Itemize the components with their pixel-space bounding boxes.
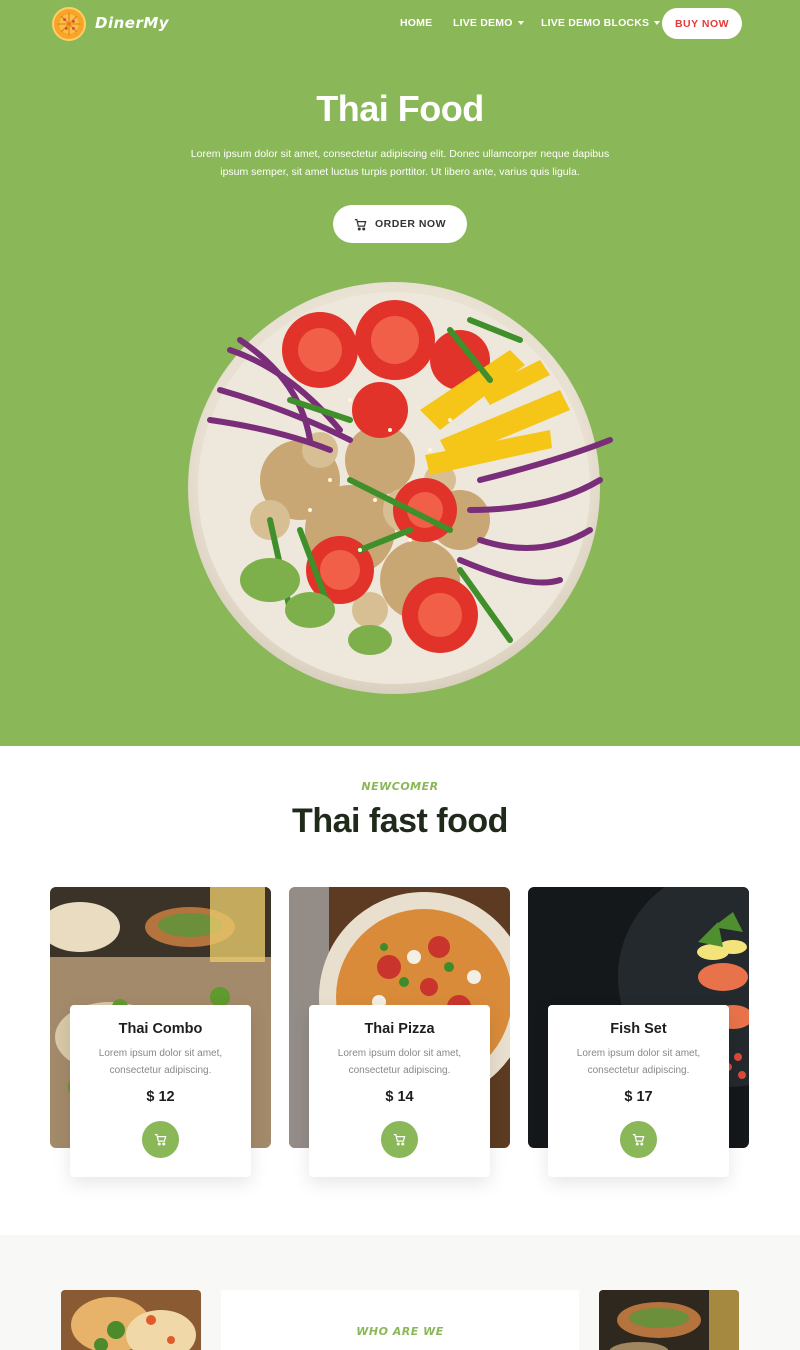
cart-icon	[393, 1134, 406, 1146]
nav-item-label: LIVE DEMO	[453, 17, 513, 29]
product-card-thai-pizza: Thai Pizza Lorem ipsum dolor sit amet, c…	[289, 887, 510, 1177]
hero-title: Thai Food	[316, 88, 484, 129]
product-title[interactable]: Thai Combo	[70, 1021, 251, 1037]
add-to-cart-button[interactable]	[381, 1121, 418, 1158]
product-description: Lorem ipsum dolor sit amet, consectetur …	[337, 1048, 462, 1076]
about-image-left	[61, 1290, 201, 1350]
caret-down-icon	[654, 21, 661, 26]
salad-bowl-image	[188, 282, 613, 694]
product-title[interactable]: Thai Pizza	[309, 1021, 490, 1037]
nav-item-live-demo[interactable]: LIVE DEMO	[453, 17, 524, 29]
order-now-button[interactable]: ORDER NOW	[333, 205, 467, 243]
top-navbar: DinerMy HOME LIVE DEMO LIVE DEMO BLOCKS …	[0, 0, 800, 48]
add-to-cart-button[interactable]	[620, 1121, 657, 1158]
section-title: Thai fast food	[292, 802, 508, 840]
hero-description: Lorem ipsum dolor sit amet, consectetur …	[190, 148, 610, 178]
product-card-thai-combo: Thai Combo Lorem ipsum dolor sit amet, c…	[50, 887, 271, 1177]
nav-item-label: LIVE DEMO BLOCKS	[541, 17, 650, 29]
about-eyebrow: WHO ARE WE	[356, 1325, 444, 1338]
pizza-icon[interactable]	[52, 7, 86, 41]
caret-down-icon	[517, 21, 524, 26]
nav-item-label: HOME	[400, 17, 433, 29]
about-content-card: WHO ARE WE	[221, 1290, 579, 1350]
product-price: $ 12	[146, 1089, 175, 1105]
product-price: $ 17	[624, 1089, 653, 1105]
cart-icon	[154, 1134, 167, 1146]
add-to-cart-button[interactable]	[142, 1121, 179, 1158]
product-title[interactable]: Fish Set	[548, 1021, 729, 1037]
cart-icon	[354, 218, 367, 230]
order-now-label: ORDER NOW	[375, 218, 446, 230]
product-price: $ 14	[385, 1089, 414, 1105]
buy-now-button[interactable]: BUY NOW	[662, 8, 742, 39]
nav-item-home[interactable]: HOME	[400, 17, 432, 29]
section-eyebrow: NEWCOMER	[361, 780, 439, 793]
product-card-body: Thai Combo Lorem ipsum dolor sit amet, c…	[70, 1005, 251, 1177]
brand-name[interactable]: DinerMy	[95, 14, 169, 32]
cart-icon	[632, 1134, 645, 1146]
about-image-right	[599, 1290, 739, 1350]
product-description: Lorem ipsum dolor sit amet, consectetur …	[98, 1048, 223, 1076]
product-card-body: Thai Pizza Lorem ipsum dolor sit amet, c…	[309, 1005, 490, 1177]
product-description: Lorem ipsum dolor sit amet, consectetur …	[576, 1048, 701, 1076]
nav-item-live-demo-blocks[interactable]: LIVE DEMO BLOCKS	[541, 17, 661, 29]
product-card-fish-set: Fish Set Lorem ipsum dolor sit amet, con…	[528, 887, 749, 1177]
hero-section: DinerMy HOME LIVE DEMO LIVE DEMO BLOCKS …	[0, 0, 800, 746]
product-card-body: Fish Set Lorem ipsum dolor sit amet, con…	[548, 1005, 729, 1177]
